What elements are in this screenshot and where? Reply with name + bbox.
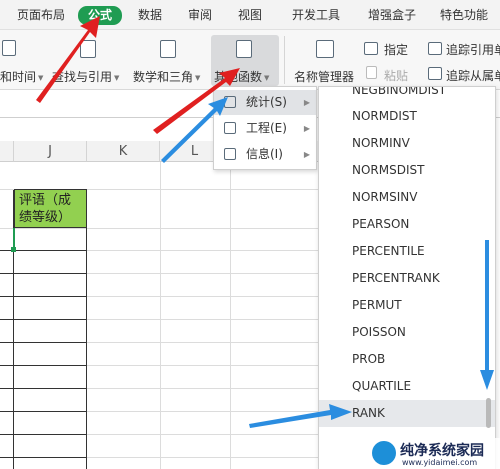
tab-enhance-box[interactable]: 增强盒子 bbox=[365, 6, 419, 25]
trace-dependents-icon bbox=[428, 67, 442, 80]
table-border bbox=[0, 365, 87, 366]
chart-icon bbox=[224, 96, 236, 108]
define-name-button[interactable]: 指定 bbox=[384, 41, 408, 58]
name-manager-button[interactable]: 名称管理器 bbox=[294, 68, 354, 85]
lookup-icon bbox=[80, 40, 96, 58]
tab-data[interactable]: 数据 bbox=[133, 6, 167, 25]
function-item[interactable]: POISSON bbox=[319, 319, 495, 346]
function-item[interactable]: PROB bbox=[319, 346, 495, 373]
column-header-k[interactable]: K bbox=[87, 141, 160, 162]
menu-item-information[interactable]: 信息(I) ▶ bbox=[214, 142, 316, 167]
chevron-right-icon: ▶ bbox=[303, 98, 310, 107]
column-header-i[interactable] bbox=[0, 141, 14, 162]
function-item[interactable]: NORMSDIST bbox=[319, 157, 495, 184]
trace-precedents-button[interactable]: 追踪引用单 bbox=[446, 41, 500, 58]
table-border bbox=[0, 319, 87, 320]
tab-formulas[interactable]: 公式 bbox=[78, 6, 122, 25]
engineering-icon bbox=[224, 122, 236, 134]
table-border bbox=[86, 190, 87, 469]
table-border bbox=[0, 434, 87, 435]
trace-precedents-icon bbox=[428, 42, 442, 55]
table-border bbox=[0, 411, 87, 412]
other-functions-button[interactable]: 其他函数 ▼ bbox=[214, 68, 269, 85]
chevron-right-icon: ▶ bbox=[303, 124, 310, 133]
book-icon bbox=[236, 40, 252, 58]
statistics-functions-list: NEGBINOMDIST NORMDIST NORMINV NORMSDIST … bbox=[318, 86, 496, 469]
menu-item-engineering[interactable]: 工程(E) ▶ bbox=[214, 116, 316, 141]
table-border bbox=[0, 273, 87, 274]
tab-page-layout[interactable]: 页面布局 bbox=[16, 6, 66, 25]
column-header-j[interactable]: J bbox=[14, 141, 87, 162]
dropdown-caret-icon: ▼ bbox=[195, 73, 201, 82]
function-item[interactable]: NORMINV bbox=[319, 130, 495, 157]
function-item[interactable]: NEGBINOMDIST bbox=[319, 87, 495, 104]
function-item[interactable]: NORMDIST bbox=[319, 103, 495, 130]
lookup-reference-button[interactable]: 查找与引用 ▼ bbox=[52, 68, 119, 85]
dropdown-caret-icon: ▼ bbox=[114, 73, 120, 82]
define-icon bbox=[364, 42, 378, 55]
table-border bbox=[0, 342, 87, 343]
function-item-rank[interactable]: RANK bbox=[319, 400, 495, 427]
tab-features[interactable]: 特色功能 bbox=[436, 6, 492, 25]
tab-review[interactable]: 审阅 bbox=[183, 6, 217, 25]
ribbon-separator bbox=[284, 36, 285, 84]
function-item[interactable]: PERMUT bbox=[319, 292, 495, 319]
date-time-button[interactable]: 和时间 ▼ bbox=[0, 68, 43, 85]
name-manager-icon bbox=[316, 40, 334, 58]
math-icon bbox=[160, 40, 176, 58]
function-item[interactable]: NORMSINV bbox=[319, 184, 495, 211]
trace-dependents-button[interactable]: 追踪从属单 bbox=[446, 67, 500, 84]
gridline bbox=[230, 162, 231, 469]
function-item[interactable]: PERCENTRANK bbox=[319, 265, 495, 292]
site-logo-icon bbox=[372, 441, 396, 465]
table-border bbox=[0, 296, 87, 297]
paste-name-button[interactable]: 粘贴 bbox=[384, 67, 408, 84]
gridline bbox=[160, 162, 161, 469]
watermark-url: www.yidaimei.com bbox=[402, 458, 478, 467]
scrollbar-thumb[interactable] bbox=[486, 398, 491, 428]
table-border bbox=[0, 388, 87, 389]
info-icon bbox=[224, 148, 236, 160]
ribbon-tab-bar: 页面布局 公式 数据 审阅 视图 开发工具 增强盒子 特色功能 bbox=[0, 0, 500, 30]
paste-icon bbox=[366, 66, 377, 79]
other-functions-menu: 统计(S) ▶ 工程(E) ▶ 信息(I) ▶ bbox=[213, 86, 317, 170]
table-border bbox=[0, 457, 87, 458]
fill-handle[interactable] bbox=[11, 247, 16, 252]
function-item[interactable]: QUARTILE bbox=[319, 373, 495, 400]
clock-icon bbox=[2, 40, 16, 56]
chevron-right-icon: ▶ bbox=[303, 150, 310, 159]
math-trig-button[interactable]: 数学和三角 ▼ bbox=[133, 68, 200, 85]
gridline bbox=[0, 228, 318, 229]
dropdown-caret-icon: ▼ bbox=[38, 73, 44, 82]
function-item[interactable]: PEARSON bbox=[319, 211, 495, 238]
tab-view[interactable]: 视图 bbox=[233, 6, 267, 25]
function-item[interactable]: PERCENTILE bbox=[319, 238, 495, 265]
dropdown-caret-icon: ▼ bbox=[264, 73, 270, 82]
menu-item-statistics[interactable]: 统计(S) ▶ bbox=[214, 90, 316, 115]
grade-comment-header-cell[interactable]: 评语（成绩等级） bbox=[14, 189, 87, 228]
watermark-title: 纯净系统家园 bbox=[400, 443, 484, 459]
tab-developer[interactable]: 开发工具 bbox=[286, 6, 346, 25]
